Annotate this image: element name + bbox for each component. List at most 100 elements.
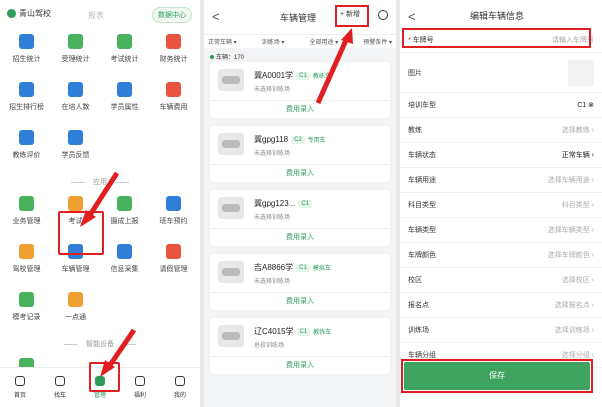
form-row[interactable]: 科目类型 科目类型 ›	[400, 193, 602, 218]
car-thumbnail-icon	[218, 197, 244, 219]
filter-dropdown[interactable]: 训练场 ▾	[262, 35, 285, 48]
form-row[interactable]: 校区 选择校区 ›	[400, 268, 602, 293]
grid-item-label: 车辆管理	[61, 266, 90, 273]
training-field: 未选择训练场	[254, 279, 291, 285]
form-row-value[interactable]: 选择车辆用途 ›	[548, 175, 594, 185]
car-card[interactable]: 冀gpg118 C2 专用车未选择训练场费用录入	[210, 126, 390, 182]
form-row[interactable]: 报名点 选择报名点 ›	[400, 293, 602, 318]
grid-item-apps[interactable]: 一点通	[52, 290, 100, 334]
form-row-value[interactable]: 选择报名点 ›	[555, 300, 594, 310]
car-type-badge: C2	[291, 135, 305, 144]
form-row-value[interactable]: 选择训练场 ›	[555, 325, 594, 335]
car-type-badge: C1	[296, 327, 311, 336]
grid-item-reports[interactable]: 受理统计	[52, 32, 100, 76]
form-row[interactable]: 车辆用途 选择车辆用途 ›	[400, 168, 602, 193]
grid-item-reports[interactable]: 财务统计	[150, 32, 198, 76]
exam-icon	[68, 196, 83, 211]
car-thumbnail-icon	[218, 325, 244, 347]
collect-icon	[117, 244, 132, 259]
grid-item-apps[interactable]: 请假管理	[150, 242, 198, 286]
photo-field: 图片	[400, 53, 602, 93]
car-card[interactable]: 冀A0001学 C1 教练车 未选择训练场 费用录入	[210, 62, 390, 118]
form-row[interactable]: 车辆类型 选择车辆类型 ›	[400, 218, 602, 243]
grid-item-reports[interactable]: 教练评价	[3, 128, 51, 172]
edit-car-panel: < 编辑车辆信息 * 车牌号 请输入车牌号 图片 培训车型 C1 ⊗ 教练 选择教练 …	[400, 0, 602, 407]
grid-item-label: 信息采集	[110, 266, 139, 273]
school-selector[interactable]: 青山驾校	[7, 8, 51, 19]
car-use-label: 教练车	[312, 74, 331, 80]
form-row-value[interactable]: 选择校区 ›	[562, 275, 594, 285]
tab-gift[interactable]: 福利	[134, 368, 146, 407]
form-row-label: 校区	[408, 277, 422, 284]
form-row-value[interactable]: 选择车牌颜色 ›	[548, 250, 594, 260]
grid-item-label: 在培人数	[61, 104, 90, 111]
grid-item-label: 业务管理	[12, 218, 41, 225]
grid-item-reports[interactable]: 招生统计	[3, 32, 51, 76]
grid-item-apps[interactable]: 班车预约	[150, 194, 198, 238]
rank-icon	[19, 82, 34, 97]
grid-item-apps[interactable]: 信息采集	[101, 242, 149, 286]
fee-entry-button[interactable]: 费用录入	[210, 356, 390, 374]
school-name: 青山驾校	[19, 9, 51, 18]
tab-home[interactable]: 首页	[14, 368, 26, 407]
grid-item-reports[interactable]: 学员属性	[101, 80, 149, 124]
car-plate: 冀gpg118 C2 专用车	[254, 134, 326, 145]
grid-item-label: 招生排行榜	[9, 104, 44, 111]
home-panel: 青山驾校 报表 数据中心 招生统计 受理统计 考试统计 财务统计 招生排行榜 在培人数 学员…	[0, 0, 200, 407]
tab-user[interactable]: 我的	[174, 368, 186, 407]
form-row[interactable]: 培训车型 C1 ⊗	[400, 93, 602, 118]
grid-item-reports[interactable]: 在培人数	[52, 80, 100, 124]
car-card[interactable]: 冀gpg123... C1 未选择训练场 费用录入	[210, 190, 390, 246]
training-field: 未选择训练场	[254, 151, 291, 157]
form-row[interactable]: 训练场 选择训练场 ›	[400, 318, 602, 343]
filter-dropdown[interactable]: 全部用途 ▾	[310, 35, 339, 48]
grid-item-apps[interactable]: 摄成上报	[101, 194, 149, 238]
grid-item-reports[interactable]: 学员反馈	[52, 128, 100, 172]
grid-item-reports[interactable]: 车辆费用	[150, 80, 198, 124]
form-row-label: 训练场	[408, 327, 429, 334]
fee-entry-button[interactable]: 费用录入	[210, 292, 390, 310]
grid-item-apps[interactable]: 业务管理	[3, 194, 51, 238]
form-row-value[interactable]: 正常车辆 ›	[562, 150, 594, 160]
filter-dropdown[interactable]: 预警条件 ▾	[363, 35, 392, 48]
car-card[interactable]: 辽C4015学 C1 教练车 总校训练场 费用录入	[210, 318, 390, 374]
car-count-label: 车辆：170	[216, 55, 245, 61]
back-button[interactable]: <	[408, 9, 416, 24]
mock-exam-icon	[19, 292, 34, 307]
car-management-panel: < 车辆管理 + 新增 正常车辆 ▾ 训练场 ▾ 全部用途 ▾ 预警条件 ▾ 车辆：1…	[204, 0, 396, 407]
form-row[interactable]: 车牌颜色 选择车牌颜色 ›	[400, 243, 602, 268]
plate-text: 吉A8866学	[254, 263, 294, 272]
photo-upload-icon[interactable]	[568, 59, 594, 86]
car-card[interactable]: 吉A8866学 C1 模拟车 未选择训练场 费用录入	[210, 254, 390, 310]
fee-entry-button[interactable]: 费用录入	[210, 228, 390, 246]
plate-text: 冀gpg118	[254, 135, 289, 144]
star-icon	[68, 292, 83, 307]
page-title: 编辑车辆信息	[470, 11, 525, 21]
bar-chart-icon	[19, 34, 34, 49]
fee-entry-button[interactable]: 费用录入	[210, 164, 390, 182]
grid-item-apps[interactable]: 驾校管理	[3, 242, 51, 286]
filter-bar: 正常车辆 ▾ 训练场 ▾ 全部用途 ▾ 预警条件 ▾	[204, 34, 396, 48]
tab-label: 首页	[13, 393, 26, 399]
data-center-button[interactable]: 数据中心	[152, 7, 192, 23]
tab-link[interactable]: 找车	[54, 368, 66, 407]
page-title: 车辆管理	[280, 13, 317, 23]
grid-item-label: 学员反馈	[61, 152, 90, 159]
school-icon	[19, 244, 34, 259]
car-type-badge: C1	[296, 263, 310, 272]
form-row-value[interactable]: 科目类型 ›	[562, 200, 594, 210]
form-row-value[interactable]: 选择教练 ›	[562, 125, 594, 135]
grid-item-reports[interactable]: 招生排行榜	[3, 80, 51, 124]
car-list: 冀A0001学 C1 教练车 未选择训练场 费用录入冀gpg118 C2 专用车未选择训练场…	[204, 62, 396, 374]
form-row[interactable]: 车辆状态 正常车辆 ›	[400, 143, 602, 168]
form-row[interactable]: 教练 选择教练 ›	[400, 118, 602, 143]
filter-dropdown[interactable]: 正常车辆 ▾	[208, 35, 237, 48]
form-row-value[interactable]: 选择车辆类型 ›	[548, 225, 594, 235]
fee-entry-button[interactable]: 费用录入	[210, 100, 390, 118]
back-button[interactable]: <	[212, 9, 220, 24]
grid-item-apps[interactable]: 模考记录	[3, 290, 51, 334]
form-row-value[interactable]: C1 ⊗	[577, 101, 594, 109]
trend-icon	[117, 34, 132, 49]
grid-item-reports[interactable]: 考试统计	[101, 32, 149, 76]
search-icon[interactable]	[378, 10, 388, 20]
